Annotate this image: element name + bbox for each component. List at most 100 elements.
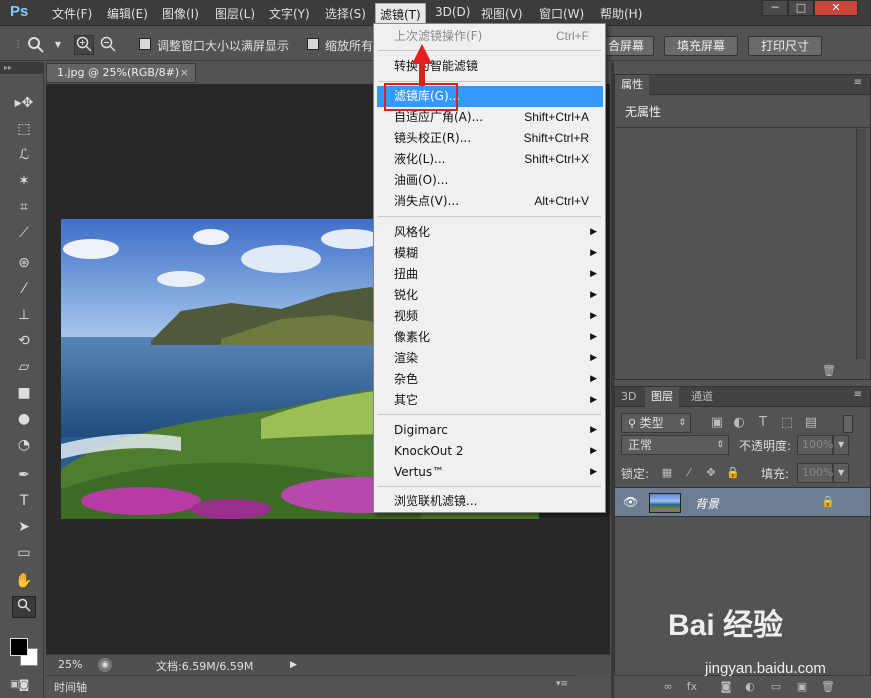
fit-screen-button[interactable]: 合屏幕	[598, 36, 654, 56]
lock-pixels-icon[interactable]: ⁄	[681, 465, 697, 481]
rectangle-tool-icon[interactable]: ▭	[12, 542, 36, 564]
menu-help[interactable]: 帮助(H)	[600, 5, 642, 22]
document-tab[interactable]: 1.jpg @ 25%(RGB/8#) ×	[46, 63, 196, 83]
zoom-tool-icon[interactable]	[12, 596, 36, 618]
menu-item-noise[interactable]: 杂色 ▶	[374, 369, 605, 390]
properties-trash-icon[interactable]: 🗑	[821, 363, 837, 379]
menu-item-last-filter[interactable]: 上次滤镜操作(F) Ctrl+F	[374, 26, 605, 47]
timeline-menu-icon[interactable]: ▾≡	[556, 679, 568, 689]
filter-smart-object-icon[interactable]: ▤	[803, 415, 819, 431]
fill-screen-button[interactable]: 填充屏幕	[664, 36, 738, 56]
lock-position-icon[interactable]: ✥	[703, 465, 719, 481]
hand-tool-icon[interactable]: ✋	[12, 570, 36, 592]
tools-collapse-icon[interactable]: ▸▸	[0, 62, 44, 74]
properties-scrollbar[interactable]	[856, 129, 866, 359]
menu-item-stylize[interactable]: 风格化 ▶	[374, 222, 605, 243]
brush-tool-icon[interactable]: ⁄	[12, 278, 36, 300]
history-brush-tool-icon[interactable]: ⟲	[12, 330, 36, 352]
menu-item-digimarc[interactable]: Digimarc ▶	[374, 420, 605, 441]
pen-tool-icon[interactable]: ✒	[12, 464, 36, 486]
menu-layer[interactable]: 图层(L)	[215, 5, 255, 22]
menu-item-blur[interactable]: 模糊 ▶	[374, 243, 605, 264]
new-group-icon[interactable]: ▭	[768, 679, 784, 695]
menu-type[interactable]: 文字(Y)	[269, 5, 310, 22]
crop-tool-icon[interactable]: ⌗	[12, 196, 36, 218]
layers-menu-icon[interactable]: ≡	[854, 389, 862, 400]
zoom-in-icon[interactable]	[74, 35, 94, 55]
menu-item-sharpen[interactable]: 锐化 ▶	[374, 285, 605, 306]
menu-edit[interactable]: 编辑(E)	[107, 5, 148, 22]
print-size-button[interactable]: 打印尺寸	[748, 36, 822, 56]
menu-item-distort[interactable]: 扭曲 ▶	[374, 264, 605, 285]
menu-item-liquify[interactable]: 液化(L)... Shift+Ctrl+X	[374, 149, 605, 170]
gradient-tool-icon[interactable]: ■	[12, 382, 36, 404]
tab-3d[interactable]: 3D	[615, 387, 642, 407]
tab-layers[interactable]: 图层	[645, 387, 679, 407]
menu-item-vertus[interactable]: Vertus™ ▶	[374, 462, 605, 483]
zoom-tool-preset-icon[interactable]	[26, 35, 46, 55]
menu-item-video[interactable]: 视频 ▶	[374, 306, 605, 327]
marquee-tool-icon[interactable]: ⬚	[12, 118, 36, 140]
share-icon[interactable]: ◉	[98, 658, 112, 672]
preset-dropdown-icon[interactable]: ▼	[48, 35, 68, 55]
layer-visibility-eye-icon[interactable]: 👁	[623, 495, 638, 509]
magic-wand-tool-icon[interactable]: ✶	[12, 170, 36, 192]
filter-shape-icon[interactable]: ⬚	[779, 415, 795, 431]
add-mask-icon[interactable]: ◙	[718, 679, 734, 695]
eyedropper-tool-icon[interactable]: ⟋	[12, 222, 36, 244]
new-layer-icon[interactable]: ▣	[794, 679, 810, 695]
menu-3d[interactable]: 3D(D)	[435, 5, 470, 19]
lock-transparency-icon[interactable]: ▦	[659, 465, 675, 481]
properties-menu-icon[interactable]: ≡	[854, 77, 862, 88]
layer-row-background[interactable]: 👁 背景 🔒	[615, 487, 870, 517]
tab-properties[interactable]: 属性	[615, 75, 649, 95]
delete-layer-icon[interactable]: 🗑	[820, 679, 836, 695]
fill-dropdown-icon[interactable]: ▼	[833, 463, 849, 483]
blur-tool-icon[interactable]: ●	[12, 408, 36, 430]
filter-adjustment-icon[interactable]: ◐	[731, 415, 747, 431]
filter-toggle-switch[interactable]	[843, 415, 853, 433]
tab-channels[interactable]: 通道	[685, 387, 719, 407]
layer-style-icon[interactable]: fx	[684, 679, 700, 695]
menu-item-knockout[interactable]: KnockOut 2 ▶	[374, 441, 605, 462]
layer-name[interactable]: 背景	[695, 495, 719, 512]
healing-brush-tool-icon[interactable]: ⊛	[12, 252, 36, 274]
zoom-all-checkbox[interactable]	[307, 38, 319, 50]
close-document-icon[interactable]: ×	[180, 64, 189, 82]
menu-view[interactable]: 视图(V)	[481, 5, 523, 22]
lasso-tool-icon[interactable]: ℒ	[12, 144, 36, 166]
menu-image[interactable]: 图像(I)	[162, 5, 199, 22]
adjustment-layer-icon[interactable]: ◐	[742, 679, 758, 695]
layer-filter-kind[interactable]: ⚲ 类型 ⇕	[621, 413, 691, 433]
foreground-color-swatch[interactable]	[10, 638, 28, 656]
eraser-tool-icon[interactable]: ▱	[12, 356, 36, 378]
zoom-out-icon[interactable]	[98, 35, 118, 55]
resize-windows-checkbox[interactable]	[139, 38, 151, 50]
timeline-panel-tab[interactable]: ▣ 时间轴 ▾≡	[10, 675, 576, 695]
opacity-input[interactable]: 100%	[797, 435, 833, 455]
fill-input[interactable]: 100%	[797, 463, 833, 483]
menu-item-oil-paint[interactable]: 油画(O)...	[374, 170, 605, 191]
menu-item-convert-smart-filter[interactable]: 转换为智能滤镜	[374, 56, 605, 77]
menu-item-pixelate[interactable]: 像素化 ▶	[374, 327, 605, 348]
menu-item-render[interactable]: 渲染 ▶	[374, 348, 605, 369]
dodge-tool-icon[interactable]: ◔	[12, 434, 36, 456]
menu-item-other[interactable]: 其它 ▶	[374, 390, 605, 411]
menu-select[interactable]: 选择(S)	[325, 5, 366, 22]
clone-stamp-tool-icon[interactable]: ⊥	[12, 304, 36, 326]
minimize-button[interactable]: ─	[762, 0, 788, 16]
maximize-button[interactable]: □	[788, 0, 814, 16]
path-selection-tool-icon[interactable]: ➤	[12, 516, 36, 538]
move-tool-icon[interactable]: ▸✥	[12, 92, 36, 114]
menu-item-vanishing-point[interactable]: 消失点(V)... Alt+Ctrl+V	[374, 191, 605, 212]
menu-window[interactable]: 窗口(W)	[539, 5, 584, 22]
menu-item-browse-online-filters[interactable]: 浏览联机滤镜...	[374, 491, 605, 512]
filter-pixel-icon[interactable]: ▣	[709, 415, 725, 431]
zoom-level[interactable]: 25%	[58, 658, 82, 671]
link-layers-icon[interactable]: ∞	[660, 679, 676, 695]
opacity-dropdown-icon[interactable]: ▼	[833, 435, 849, 455]
menu-item-lens-correction[interactable]: 镜头校正(R)... Shift+Ctrl+R	[374, 128, 605, 149]
type-tool-icon[interactable]: T	[12, 490, 36, 512]
close-button[interactable]: ✕	[814, 0, 858, 16]
blend-mode-select[interactable]: 正常 ⇕	[621, 435, 729, 455]
